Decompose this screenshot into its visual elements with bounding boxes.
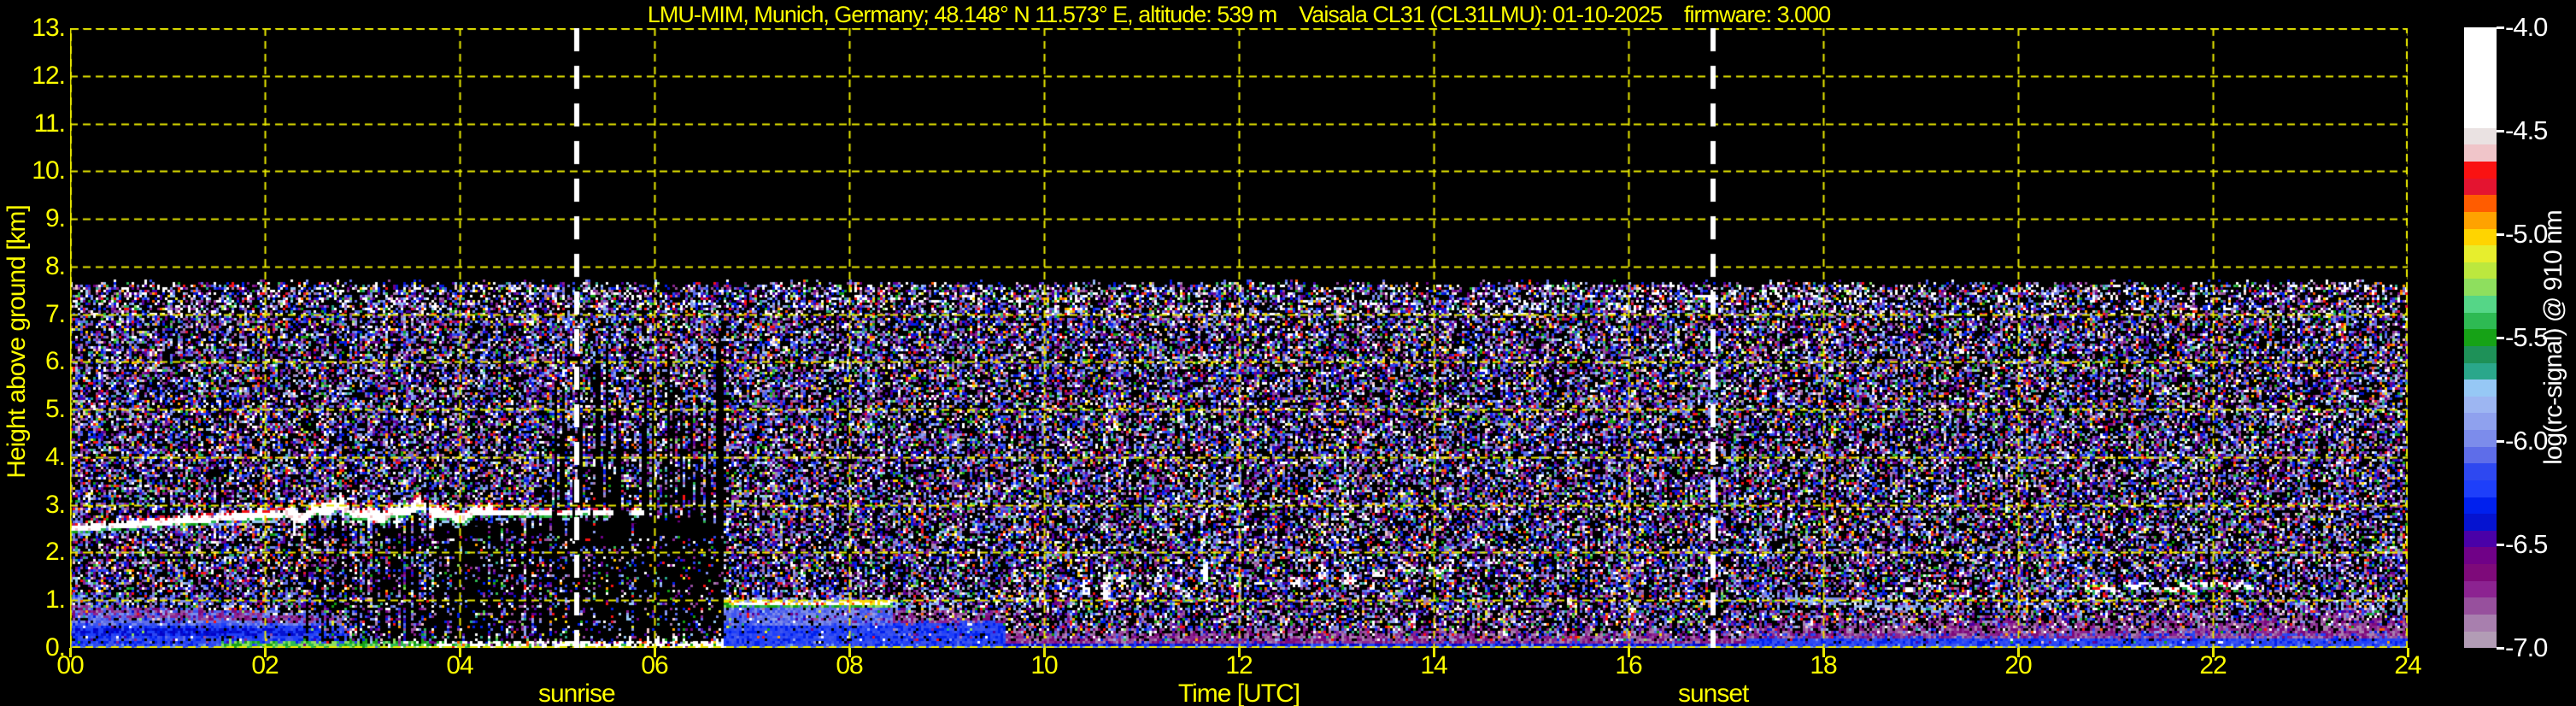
y-tick-label: 9. [44,204,66,233]
colorbar-band [2464,547,2497,564]
colorbar-band [2464,379,2497,397]
colorbar-band [2464,61,2497,78]
colorbar-band [2464,111,2497,128]
colorbar-label: log(rc-signal) @ 910 nm [2539,210,2567,465]
colorbar-band [2464,144,2497,162]
colorbar-tick-mark [2497,544,2504,546]
y-tick-label: 4. [44,442,66,471]
colorbar-band [2464,195,2497,212]
x-tick-label: 16 [1615,651,1642,680]
colorbar-band [2464,312,2497,330]
colorbar-tick-mark [2497,26,2504,29]
x-tick-label: 02 [251,651,279,680]
sunset-annotation: sunset [1677,680,1749,706]
x-axis-label: Time [UTC] [1177,680,1300,706]
colorbar-band [2464,396,2497,414]
colorbar-band [2464,631,2497,649]
colorbar-tick-mark [2497,130,2504,132]
colorbar-band [2464,27,2497,44]
y-tick-label: 7. [44,299,66,328]
page-title: LMU-MIM, Munich, Germany; 48.148° N 11.5… [647,2,1831,27]
colorbar-band [2464,614,2497,632]
colorbar-band [2464,430,2497,447]
colorbar-band [2464,245,2497,262]
colorbar-tick-mark [2497,337,2504,339]
colorbar-band [2464,127,2497,145]
colorbar-band [2464,580,2497,598]
x-tick-label: 00 [56,651,84,680]
y-tick-label: 6. [44,347,66,376]
colorbar-band [2464,162,2497,179]
colorbar-band [2464,228,2497,246]
y-tick-label: 8. [44,251,66,280]
colorbar-band [2464,564,2497,581]
x-tick-label: 12 [1225,651,1253,680]
ceilometer-quicklook: LMU-MIM, Munich, Germany; 48.148° N 11.5… [0,0,2576,706]
colorbar-band [2464,211,2497,229]
ceilometer-heatmap-canvas [70,28,2408,648]
y-tick-label: 2. [44,538,66,567]
colorbar [2464,27,2497,649]
colorbar-band [2464,497,2497,515]
colorbar-band [2464,329,2497,346]
sunrise-annotation: sunrise [537,680,616,706]
x-tick-label: 06 [641,651,668,680]
x-tick-label: 14 [1420,651,1447,680]
y-tick-label: 1. [44,585,66,615]
y-tick-label: 12. [32,61,66,90]
colorbar-band [2464,178,2497,196]
colorbar-band [2464,530,2497,548]
x-tick-label: 22 [2199,651,2227,680]
colorbar-band [2464,262,2497,279]
x-tick-label: 18 [1810,651,1837,680]
y-tick-label: 3. [44,490,66,519]
colorbar-band [2464,446,2497,464]
y-tick-label: 10. [32,156,66,185]
y-tick-label: 11. [33,109,66,138]
colorbar-band [2464,479,2497,497]
colorbar-tick-mark [2497,647,2504,650]
colorbar-band [2464,44,2497,62]
x-tick-label: 24 [2394,651,2421,680]
colorbar-tick-mark [2497,440,2504,443]
colorbar-band [2464,279,2497,296]
colorbar-band [2464,345,2497,363]
colorbar-tick-mark [2497,233,2504,236]
y-tick-label: 13. [32,14,66,42]
colorbar-band [2464,362,2497,380]
colorbar-band [2464,296,2497,313]
colorbar-band [2464,463,2497,480]
colorbar-band [2464,94,2497,112]
x-tick-label: 10 [1030,651,1058,680]
x-tick-label: 20 [2004,651,2032,680]
x-tick-label: 08 [836,651,863,680]
colorbar-band [2464,514,2497,531]
colorbar-band [2464,413,2497,430]
colorbar-band [2464,597,2497,615]
colorbar-band [2464,77,2497,95]
x-tick-label: 04 [446,651,473,680]
y-tick-label: 5. [44,395,66,424]
